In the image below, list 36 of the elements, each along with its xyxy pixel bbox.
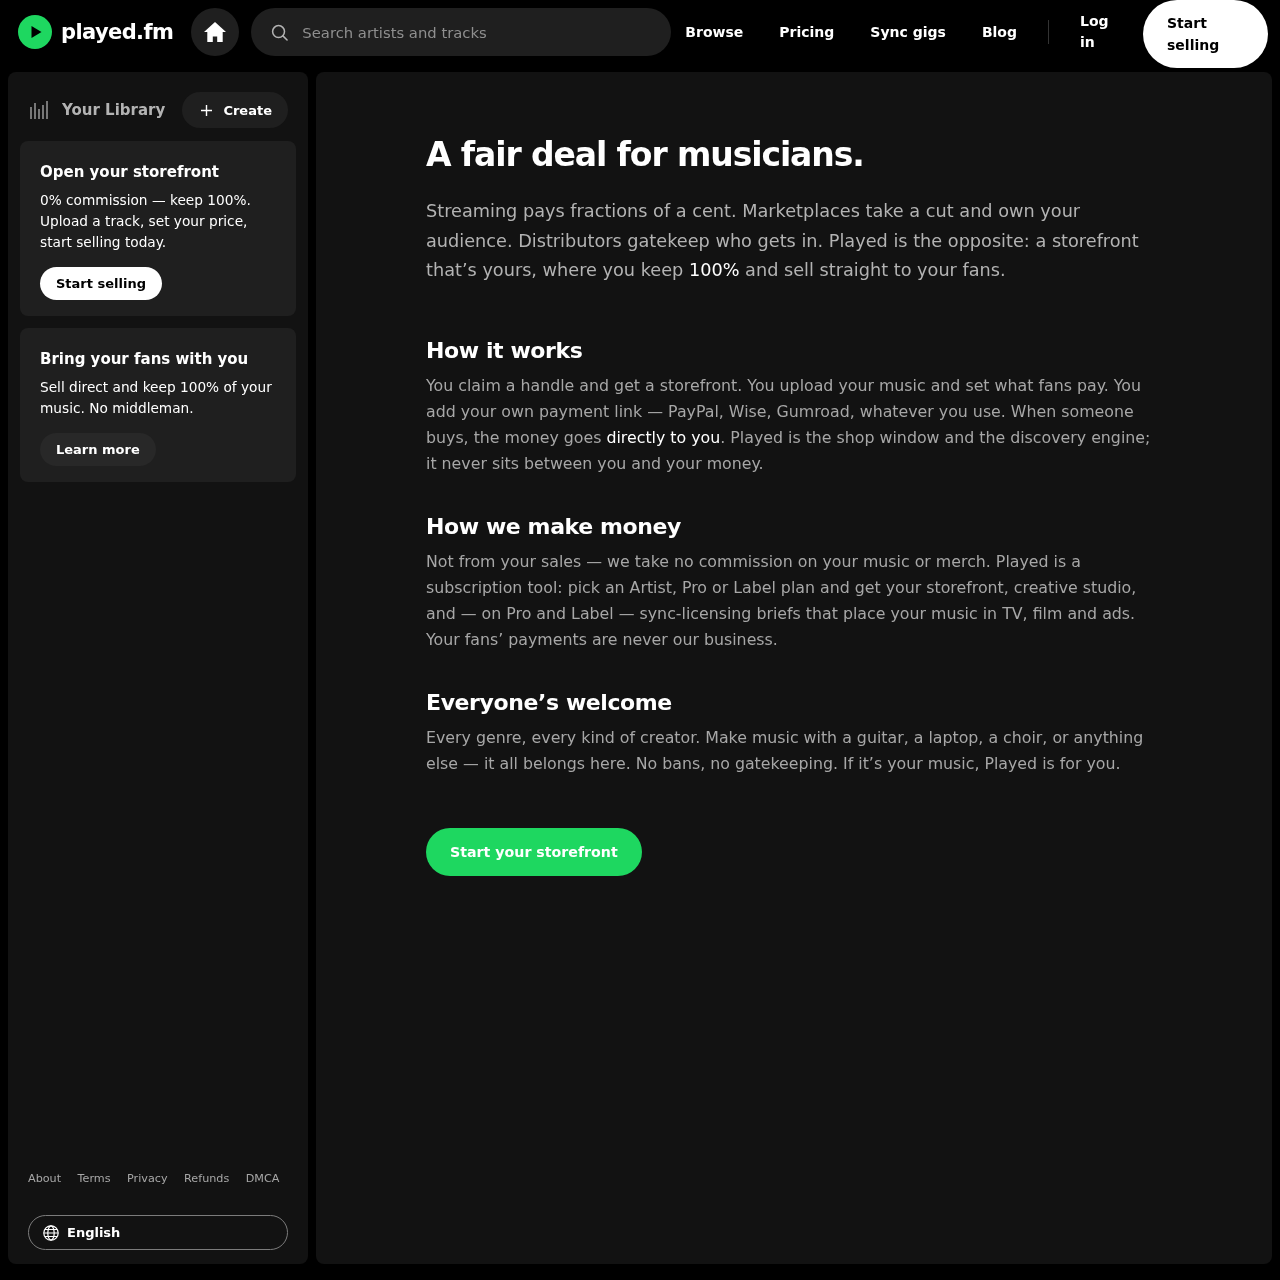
card-button[interactable]: Start selling xyxy=(40,267,162,300)
create-button[interactable]: Create xyxy=(182,92,288,128)
nav-link[interactable]: Sync gigs xyxy=(870,24,946,40)
card-text: 0% commission — keep 100%. Upload a track, set your price, start selling today. xyxy=(40,191,252,252)
footer-link[interactable]: About xyxy=(28,1172,62,1185)
card-title: Open your storefront xyxy=(40,162,220,183)
bars-icon xyxy=(30,101,48,119)
section-paragraph: You claim a handle and get a storefront. You upload your music and set what fans pay. You add your own payment link — PayPal, Wise, Gumroad, whatever you use. When someone buys, the money goes directly to you. Played is the shop window and the discovery engine; it never sits between you and your money. xyxy=(426,374,1152,475)
section-heading: Everyone’s welcome xyxy=(426,688,673,717)
footer-link[interactable]: Privacy xyxy=(127,1172,168,1185)
globe-icon xyxy=(43,1224,59,1241)
lead-paragraph: Streaming pays fractions of a cent. Marketplaces take a cut and own your audience. Distributors gatekeep who gets in. Played is the opposite: a storefront that’s yours, where you keep 100% and sell straight to your fans. xyxy=(426,200,1140,282)
home-button[interactable] xyxy=(191,8,240,56)
footer-link[interactable]: DMCA xyxy=(245,1172,280,1185)
library-title: Your Library xyxy=(62,101,166,119)
nav-link[interactable]: Pricing xyxy=(779,24,835,40)
section-paragraph: Every genre, every kind of creator. Make music with a guitar, a laptop, a choir, or anything else — it all belongs here. No bans, no gatekeeping. If it’s your music, Played is for you. xyxy=(426,726,1145,775)
search-icon xyxy=(271,23,289,41)
start-selling-button[interactable]: Start selling xyxy=(1143,0,1268,68)
card-button[interactable]: Learn more xyxy=(40,433,156,466)
footer-link[interactable]: Terms xyxy=(77,1172,111,1185)
section-heading: How we make money xyxy=(426,512,682,541)
login-link[interactable]: Log in xyxy=(1080,11,1109,53)
home-icon xyxy=(204,22,227,42)
card-text: Sell direct and keep 100% of your music. No middleman. xyxy=(40,378,273,418)
page-title: A fair deal for musicians. xyxy=(426,135,865,175)
section-heading: How it works xyxy=(426,336,584,365)
nav-link[interactable]: Blog xyxy=(981,24,1017,40)
logo-text[interactable]: played.fm xyxy=(61,20,174,44)
search-field[interactable]: Search artists and tracks xyxy=(251,8,672,56)
plus-icon xyxy=(201,104,213,116)
card-title: Bring your fans with you xyxy=(40,349,250,370)
footer-link[interactable]: Refunds xyxy=(184,1172,230,1185)
nav-link[interactable]: Browse xyxy=(685,24,744,40)
play-icon xyxy=(18,15,52,49)
section-paragraph: Not from your sales — we take no commission on your music or merch. Played is a subscription tool: pick an Artist, Pro or Label plan and get your storefront, creative studio, and — on Pro and Label — sync-licensing briefs that place your music in TV, film and ads. Your fans’ payments are never our business. xyxy=(426,550,1138,651)
